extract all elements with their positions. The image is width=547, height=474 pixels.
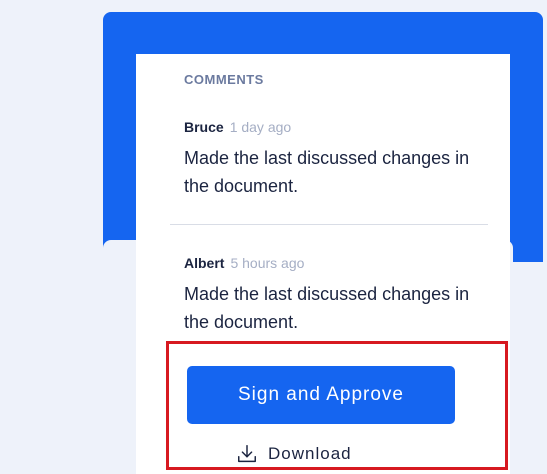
- comment-author: Albert: [184, 255, 225, 271]
- sign-and-approve-button[interactable]: Sign and Approve: [187, 366, 455, 424]
- comment-item: Bruce 1 day ago Made the last discussed c…: [184, 118, 484, 200]
- comments-title: COMMENTS: [184, 72, 264, 87]
- comment-author: Bruce: [184, 119, 224, 135]
- comment-time: 1 day ago: [229, 119, 292, 135]
- comment-text: Made the last discussed changes in the d…: [184, 284, 470, 332]
- comment-divider: [170, 224, 488, 225]
- comment-text: Made the last discussed changes in the d…: [184, 148, 470, 196]
- comment-header: Bruce 1 day ago: [184, 118, 484, 136]
- comment-item: Albert 5 hours ago Made the last discusse…: [184, 254, 484, 336]
- download-link[interactable]: Download: [236, 442, 352, 466]
- download-icon: [238, 445, 256, 463]
- download-label: Download: [268, 444, 352, 463]
- comment-header: Albert 5 hours ago: [184, 254, 484, 272]
- comment-time: 5 hours ago: [230, 255, 305, 271]
